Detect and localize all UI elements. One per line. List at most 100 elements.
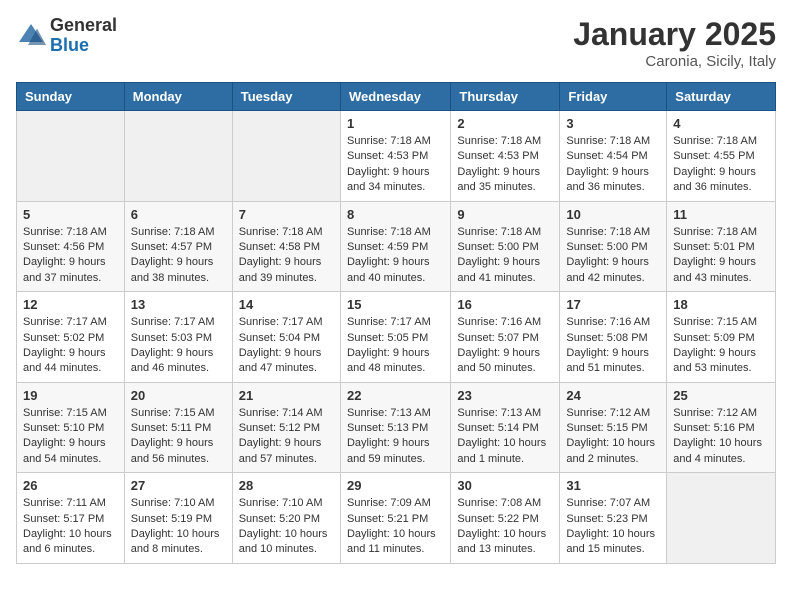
calendar-table: SundayMondayTuesdayWednesdayThursdayFrid… <box>16 82 776 564</box>
day-info: Sunrise: 7:10 AM Sunset: 5:20 PM Dayligh… <box>239 496 334 558</box>
day-number: 6 <box>131 207 226 222</box>
day-info: Sunrise: 7:16 AM Sunset: 5:07 PM Dayligh… <box>457 315 553 377</box>
calendar-cell: 15 Sunrise: 7:17 AM Sunset: 5:05 PM Dayli… <box>340 292 450 383</box>
calendar-cell: 16 Sunrise: 7:16 AM Sunset: 5:07 PM Dayli… <box>451 292 560 383</box>
calendar-cell: 31 Sunrise: 7:07 AM Sunset: 5:23 PM Dayli… <box>560 473 667 564</box>
day-number: 20 <box>131 388 226 403</box>
calendar-cell: 20Sunrise: 7:15 AM Sunset: 5:11 PM Dayli… <box>124 382 232 473</box>
calendar-header-row: SundayMondayTuesdayWednesdayThursdayFrid… <box>17 83 776 111</box>
header-sunday: Sunday <box>17 83 125 111</box>
calendar-week-3: 12 Sunrise: 7:17 AM Sunset: 5:02 PM Dayli… <box>17 292 776 383</box>
day-number: 12 <box>23 297 118 312</box>
calendar-cell: 8 Sunrise: 7:18 AM Sunset: 4:59 PM Daylig… <box>340 201 450 292</box>
day-number: 13 <box>131 297 226 312</box>
day-number: 25 <box>673 388 769 403</box>
calendar-cell: 4 Sunrise: 7:18 AM Sunset: 4:55 PM Daylig… <box>667 111 776 202</box>
day-info: Sunrise: 7:08 AM Sunset: 5:22 PM Dayligh… <box>457 496 553 558</box>
day-number: 29 <box>347 478 444 493</box>
day-info: Sunrise: 7:17 AM Sunset: 5:05 PM Dayligh… <box>347 315 444 377</box>
calendar-cell: 7Sunrise: 7:18 AM Sunset: 4:58 PM Daylig… <box>232 201 340 292</box>
day-number: 23 <box>457 388 553 403</box>
day-info: Sunrise: 7:17 AM Sunset: 5:02 PM Dayligh… <box>23 315 118 377</box>
day-info: Sunrise: 7:18 AM Sunset: 4:57 PM Dayligh… <box>131 225 226 287</box>
day-info: Sunrise: 7:18 AM Sunset: 4:59 PM Dayligh… <box>347 225 444 287</box>
day-number: 14 <box>239 297 334 312</box>
calendar-cell: 24 Sunrise: 7:12 AM Sunset: 5:15 PM Dayli… <box>560 382 667 473</box>
day-info: Sunrise: 7:18 AM Sunset: 5:00 PM Dayligh… <box>566 225 660 287</box>
location-title: Caronia, Sicily, Italy <box>573 53 776 70</box>
calendar-cell: 12 Sunrise: 7:17 AM Sunset: 5:02 PM Dayli… <box>17 292 125 383</box>
calendar-cell: 3 Sunrise: 7:18 AM Sunset: 4:54 PM Daylig… <box>560 111 667 202</box>
calendar-week-5: 26Sunrise: 7:11 AM Sunset: 5:17 PM Dayli… <box>17 473 776 564</box>
calendar-cell: 11Sunrise: 7:18 AM Sunset: 5:01 PM Dayli… <box>667 201 776 292</box>
calendar-cell <box>667 473 776 564</box>
calendar-cell: 21 Sunrise: 7:14 AM Sunset: 5:12 PM Dayli… <box>232 382 340 473</box>
day-number: 3 <box>566 116 660 131</box>
day-info: Sunrise: 7:16 AM Sunset: 5:08 PM Dayligh… <box>566 315 660 377</box>
header-monday: Monday <box>124 83 232 111</box>
day-number: 15 <box>347 297 444 312</box>
calendar-cell: 1 Sunrise: 7:18 AM Sunset: 4:53 PM Daylig… <box>340 111 450 202</box>
logo-general-text: General <box>50 15 117 35</box>
month-title: January 2025 <box>573 16 776 53</box>
day-info: Sunrise: 7:14 AM Sunset: 5:12 PM Dayligh… <box>239 406 334 468</box>
calendar-cell: 14 Sunrise: 7:17 AM Sunset: 5:04 PM Dayli… <box>232 292 340 383</box>
day-info: Sunrise: 7:18 AM Sunset: 4:53 PM Dayligh… <box>457 134 553 196</box>
header-wednesday: Wednesday <box>340 83 450 111</box>
day-number: 1 <box>347 116 444 131</box>
calendar-cell: 17 Sunrise: 7:16 AM Sunset: 5:08 PM Dayli… <box>560 292 667 383</box>
day-number: 22 <box>347 388 444 403</box>
day-number: 9 <box>457 207 553 222</box>
day-number: 30 <box>457 478 553 493</box>
day-info: Sunrise: 7:17 AM Sunset: 5:03 PM Dayligh… <box>131 315 226 377</box>
day-info: Sunrise: 7:11 AM Sunset: 5:17 PM Dayligh… <box>23 496 118 558</box>
day-info: Sunrise: 7:18 AM Sunset: 4:56 PM Dayligh… <box>23 225 118 287</box>
day-number: 4 <box>673 116 769 131</box>
header-tuesday: Tuesday <box>232 83 340 111</box>
calendar-cell <box>232 111 340 202</box>
day-info: Sunrise: 7:17 AM Sunset: 5:04 PM Dayligh… <box>239 315 334 377</box>
logo: General Blue <box>16 16 117 56</box>
day-number: 18 <box>673 297 769 312</box>
day-number: 2 <box>457 116 553 131</box>
header-friday: Friday <box>560 83 667 111</box>
day-info: Sunrise: 7:13 AM Sunset: 5:13 PM Dayligh… <box>347 406 444 468</box>
calendar-cell: 19Sunrise: 7:15 AM Sunset: 5:10 PM Dayli… <box>17 382 125 473</box>
calendar-cell: 30 Sunrise: 7:08 AM Sunset: 5:22 PM Dayli… <box>451 473 560 564</box>
logo-icon <box>16 21 46 51</box>
day-number: 28 <box>239 478 334 493</box>
calendar-cell: 13 Sunrise: 7:17 AM Sunset: 5:03 PM Dayli… <box>124 292 232 383</box>
calendar-cell: 10 Sunrise: 7:18 AM Sunset: 5:00 PM Dayli… <box>560 201 667 292</box>
calendar-cell: 18 Sunrise: 7:15 AM Sunset: 5:09 PM Dayli… <box>667 292 776 383</box>
calendar-cell: 6 Sunrise: 7:18 AM Sunset: 4:57 PM Daylig… <box>124 201 232 292</box>
day-info: Sunrise: 7:15 AM Sunset: 5:09 PM Dayligh… <box>673 315 769 377</box>
day-number: 17 <box>566 297 660 312</box>
calendar-week-4: 19Sunrise: 7:15 AM Sunset: 5:10 PM Dayli… <box>17 382 776 473</box>
day-number: 8 <box>347 207 444 222</box>
calendar-cell: 25 Sunrise: 7:12 AM Sunset: 5:16 PM Dayli… <box>667 382 776 473</box>
title-block: January 2025 Caronia, Sicily, Italy <box>573 16 776 70</box>
day-info: Sunrise: 7:13 AM Sunset: 5:14 PM Dayligh… <box>457 406 553 468</box>
calendar-cell: 27 Sunrise: 7:10 AM Sunset: 5:19 PM Dayli… <box>124 473 232 564</box>
day-number: 21 <box>239 388 334 403</box>
day-info: Sunrise: 7:10 AM Sunset: 5:19 PM Dayligh… <box>131 496 226 558</box>
day-number: 10 <box>566 207 660 222</box>
day-info: Sunrise: 7:12 AM Sunset: 5:16 PM Dayligh… <box>673 406 769 468</box>
day-number: 24 <box>566 388 660 403</box>
calendar-cell: 28 Sunrise: 7:10 AM Sunset: 5:20 PM Dayli… <box>232 473 340 564</box>
day-info: Sunrise: 7:07 AM Sunset: 5:23 PM Dayligh… <box>566 496 660 558</box>
calendar-week-1: 1 Sunrise: 7:18 AM Sunset: 4:53 PM Daylig… <box>17 111 776 202</box>
calendar-cell: 22 Sunrise: 7:13 AM Sunset: 5:13 PM Dayli… <box>340 382 450 473</box>
day-info: Sunrise: 7:18 AM Sunset: 4:55 PM Dayligh… <box>673 134 769 196</box>
calendar-cell <box>17 111 125 202</box>
day-number: 31 <box>566 478 660 493</box>
day-info: Sunrise: 7:12 AM Sunset: 5:15 PM Dayligh… <box>566 406 660 468</box>
day-info: Sunrise: 7:18 AM Sunset: 4:54 PM Dayligh… <box>566 134 660 196</box>
header-saturday: Saturday <box>667 83 776 111</box>
day-info: Sunrise: 7:18 AM Sunset: 4:53 PM Dayligh… <box>347 134 444 196</box>
day-info: Sunrise: 7:15 AM Sunset: 5:10 PM Dayligh… <box>23 406 118 468</box>
calendar-cell: 5Sunrise: 7:18 AM Sunset: 4:56 PM Daylig… <box>17 201 125 292</box>
day-number: 27 <box>131 478 226 493</box>
day-number: 16 <box>457 297 553 312</box>
day-info: Sunrise: 7:18 AM Sunset: 5:01 PM Dayligh… <box>673 225 769 287</box>
